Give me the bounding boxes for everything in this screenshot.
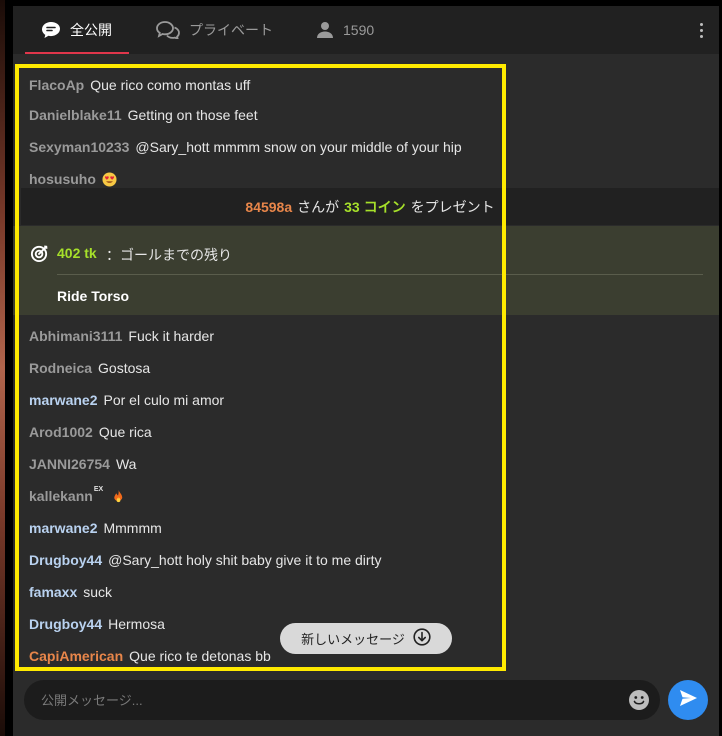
chat-text: Wa <box>115 456 137 472</box>
chat-message: Danielblake11 Getting on those feet <box>29 104 258 126</box>
tip-notification: 84598a さんが 33 コイン をプレゼント <box>21 188 719 225</box>
chat-username[interactable]: marwane2 <box>29 520 97 536</box>
chat-text: Que rico te detonas bb <box>129 648 271 664</box>
tab-public-label: 全公開 <box>70 22 112 38</box>
background-video-edge <box>0 0 5 736</box>
chat-username[interactable]: Drugboy44 <box>29 552 102 568</box>
chat-message: JANNI26754 Wa <box>29 453 136 475</box>
chat-username[interactable]: marwane2 <box>29 392 97 408</box>
fire-emoji-icon <box>111 489 126 504</box>
chat-username[interactable]: CapiAmerican <box>29 648 123 664</box>
user-icon <box>316 21 334 39</box>
new-messages-label: 新しいメッセージ <box>301 632 405 647</box>
chat-text: @Sary_hott holy shit baby give it to me … <box>108 552 382 568</box>
chat-text: Que rica <box>98 424 152 440</box>
chat-username[interactable]: hosusuho <box>29 171 96 187</box>
goal-tokens-remaining: 402 tk <box>57 245 97 261</box>
chat-username[interactable]: Danielblake11 <box>29 107 122 123</box>
target-icon <box>30 244 49 268</box>
chat-username[interactable]: kallekann <box>29 488 93 504</box>
chat-message: Abhimani3111 Fuck it harder <box>29 325 214 347</box>
chat-text: Fuck it harder <box>128 328 214 344</box>
tipper-username[interactable]: 84598a <box>245 199 292 215</box>
tip-amount: 33 コイン <box>344 198 406 215</box>
user-badge: EX <box>93 485 104 493</box>
chat-message: Arod1002 Que rica <box>29 421 152 443</box>
emoji-picker-icon[interactable] <box>628 689 650 716</box>
more-options-icon[interactable] <box>693 20 709 40</box>
public-message-input[interactable] <box>24 680 614 720</box>
chat-text: Mmmmm <box>103 520 162 536</box>
chat-username[interactable]: Abhimani3111 <box>29 328 122 344</box>
chat-text: @Sary_hott mmmm snow on your middle of y… <box>135 139 462 155</box>
send-icon <box>678 688 698 713</box>
chat-message-list[interactable]: FlacoAp Que rico como montas uff Danielb… <box>13 63 719 669</box>
chat-message: Rodneica Gostosa <box>29 357 150 379</box>
chat-text: Gostosa <box>98 360 151 376</box>
chat-message: marwane2 Mmmmm <box>29 517 162 539</box>
chat-message: Drugboy44 @Sary_hott holy shit baby give… <box>29 549 381 571</box>
chat-text: Getting on those feet <box>127 107 258 123</box>
tab-public-chat[interactable]: 全公開 <box>25 6 129 54</box>
chat-message: FlacoAp Que rico como montas uff <box>29 74 250 96</box>
new-messages-button[interactable]: 新しいメッセージ <box>280 623 452 654</box>
chat-username[interactable]: JANNI26754 <box>29 456 110 472</box>
message-input-container <box>24 680 660 720</box>
chat-username[interactable]: Sexyman10233 <box>29 139 129 155</box>
chat-message: kallekann EX <box>29 485 126 507</box>
chat-message: Sexyman10233 @Sary_hott mmmm snow on you… <box>29 136 462 158</box>
chat-bubbles-icon <box>156 21 180 39</box>
tab-private-label: プライベート <box>189 22 273 38</box>
chat-message: famaxx suck <box>29 581 112 603</box>
chat-message: CapiAmerican Que rico te detonas bb <box>29 645 271 667</box>
viewer-count: 1590 <box>343 22 375 38</box>
chat-message: Drugboy44 Hermosa <box>29 613 165 635</box>
goal-title: Ride Torso <box>57 288 130 304</box>
goal-panel: 402 tk ：ゴールまでの残り Ride Torso <box>13 226 719 315</box>
chat-message: marwane2 Por el culo mi amor <box>29 389 224 411</box>
send-button[interactable] <box>668 680 708 720</box>
chat-username[interactable]: Drugboy44 <box>29 616 102 632</box>
chat-username[interactable]: Arod1002 <box>29 424 93 440</box>
chat-username[interactable]: Rodneica <box>29 360 92 376</box>
tip-pre-text: さんが <box>297 198 340 215</box>
goal-divider <box>57 274 703 275</box>
goal-remaining-label: ：ゴールまでの残り <box>106 247 232 263</box>
chat-text: Que rico como montas uff <box>90 77 251 93</box>
chat-text: Por el culo mi amor <box>103 392 225 408</box>
chat-text: suck <box>83 584 113 600</box>
arrow-down-circle-icon <box>413 628 431 649</box>
heart-eyes-emoji-icon <box>102 171 117 187</box>
tab-user-list[interactable]: 1590 <box>316 6 374 54</box>
tab-private-chat[interactable]: プライベート <box>156 6 273 54</box>
chat-username[interactable]: famaxx <box>29 584 77 600</box>
chat-message: hosusuho <box>29 168 117 190</box>
chat-tab-bar: 全公開 プライベート 1590 <box>13 6 719 54</box>
chat-bubble-icon <box>41 21 61 39</box>
tip-post-text: をプレゼント <box>410 198 495 215</box>
chat-username[interactable]: FlacoAp <box>29 77 84 93</box>
chat-text: Hermosa <box>108 616 165 632</box>
